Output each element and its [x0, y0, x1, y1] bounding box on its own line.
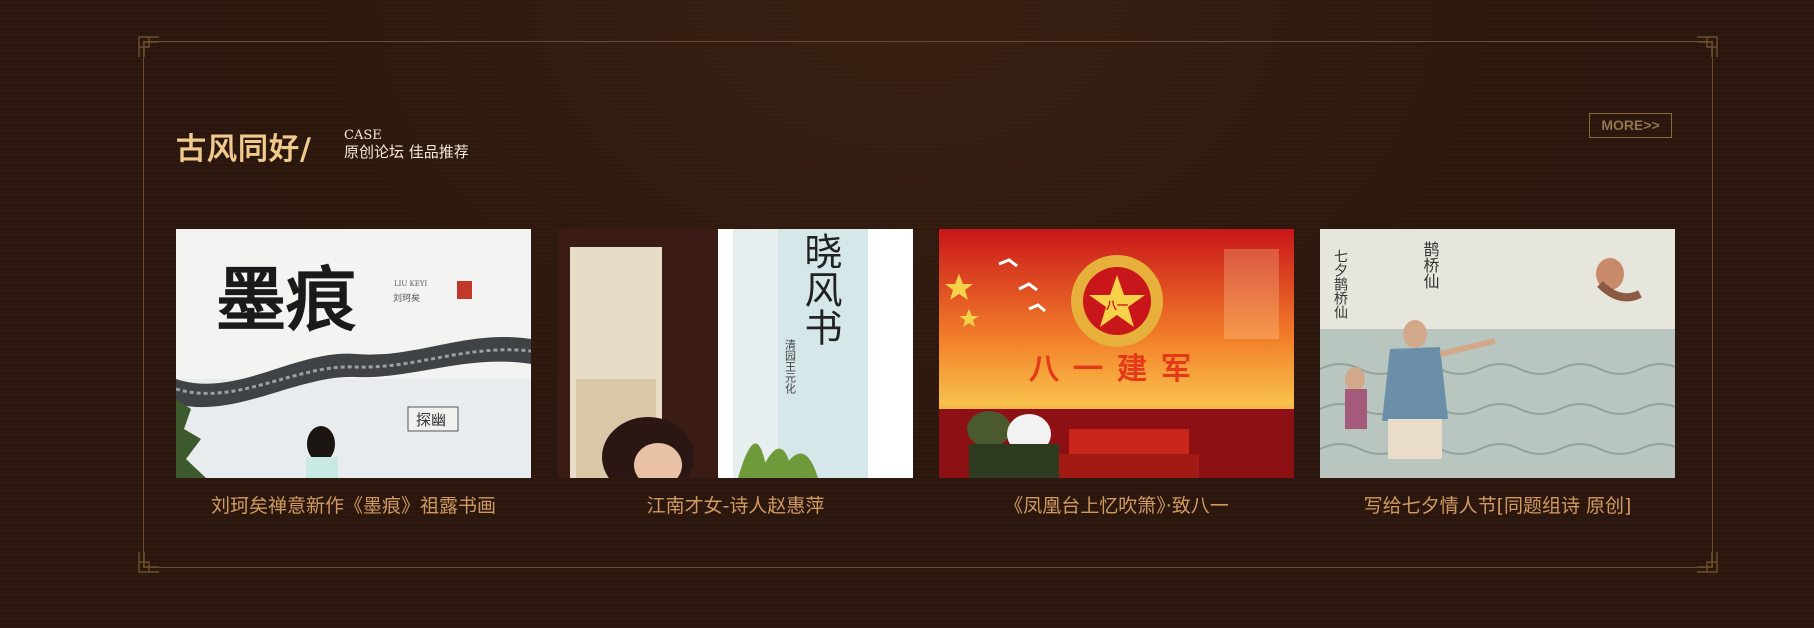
frame-corner-ornament	[138, 551, 160, 573]
card-caption[interactable]: 刘珂矣禅意新作《墨痕》祖露书画	[176, 491, 531, 518]
image-name: 刘珂矣	[393, 292, 420, 304]
card-3[interactable]: 八一 八一建军 《凤凰台上忆吹箫》·致八一	[939, 229, 1294, 517]
card-caption[interactable]: 《凤凰台上忆吹箫》·致八一	[939, 491, 1294, 518]
frame-corner-ornament	[1696, 36, 1718, 58]
section-subtitle: CASE 原创论坛 佳品推荐	[344, 128, 469, 161]
subtitle-en: CASE	[344, 128, 382, 143]
card-image-zhao-huiping[interactable]: 晓风书 清园王元化	[558, 229, 913, 478]
card-image-qixi[interactable]: 鹊桥仙 七夕鹊桥仙	[1320, 229, 1675, 478]
image-poem: 七夕鹊桥仙	[1332, 249, 1348, 319]
frame-corner-ornament	[138, 36, 160, 58]
seal-stamp	[457, 281, 472, 299]
image-calligraphy: 晓风书	[798, 232, 842, 346]
card-caption[interactable]: 写给七夕情人节[同题组诗 原创]	[1320, 491, 1675, 518]
card-4[interactable]: 鹊桥仙 七夕鹊桥仙 写给七夕情人节[同题组诗 原创]	[1320, 229, 1675, 517]
more-button[interactable]: MORE>>	[1589, 113, 1672, 138]
image-title: 墨痕	[216, 258, 357, 341]
card-image-bayi[interactable]: 八一 八一建军	[939, 229, 1294, 478]
frame-corner-ornament	[1696, 551, 1718, 573]
image-pinyin: LIU KEYI	[394, 280, 427, 288]
subtitle-cn: 原创论坛 佳品推荐	[344, 143, 469, 161]
card-image-moheng[interactable]: 墨痕 LIU KEYI 刘珂矣 探幽	[176, 229, 531, 478]
card-2[interactable]: 晓风书 清园王元化 江南才女-诗人赵惠萍	[558, 229, 913, 517]
image-seal-line: 清园王元化	[784, 339, 797, 395]
image-title: 鹊桥仙	[1421, 241, 1440, 289]
image-banner: 八一建军	[1029, 352, 1205, 387]
image-plaque: 探幽	[416, 411, 446, 429]
section-title: 古风同好/	[176, 132, 312, 167]
image-badge: 八一	[1105, 299, 1128, 312]
card-caption[interactable]: 江南才女-诗人赵惠萍	[558, 491, 913, 518]
card-1[interactable]: 墨痕 LIU KEYI 刘珂矣 探幽 刘珂矣禅意新作《墨痕》祖露书画	[176, 229, 531, 517]
